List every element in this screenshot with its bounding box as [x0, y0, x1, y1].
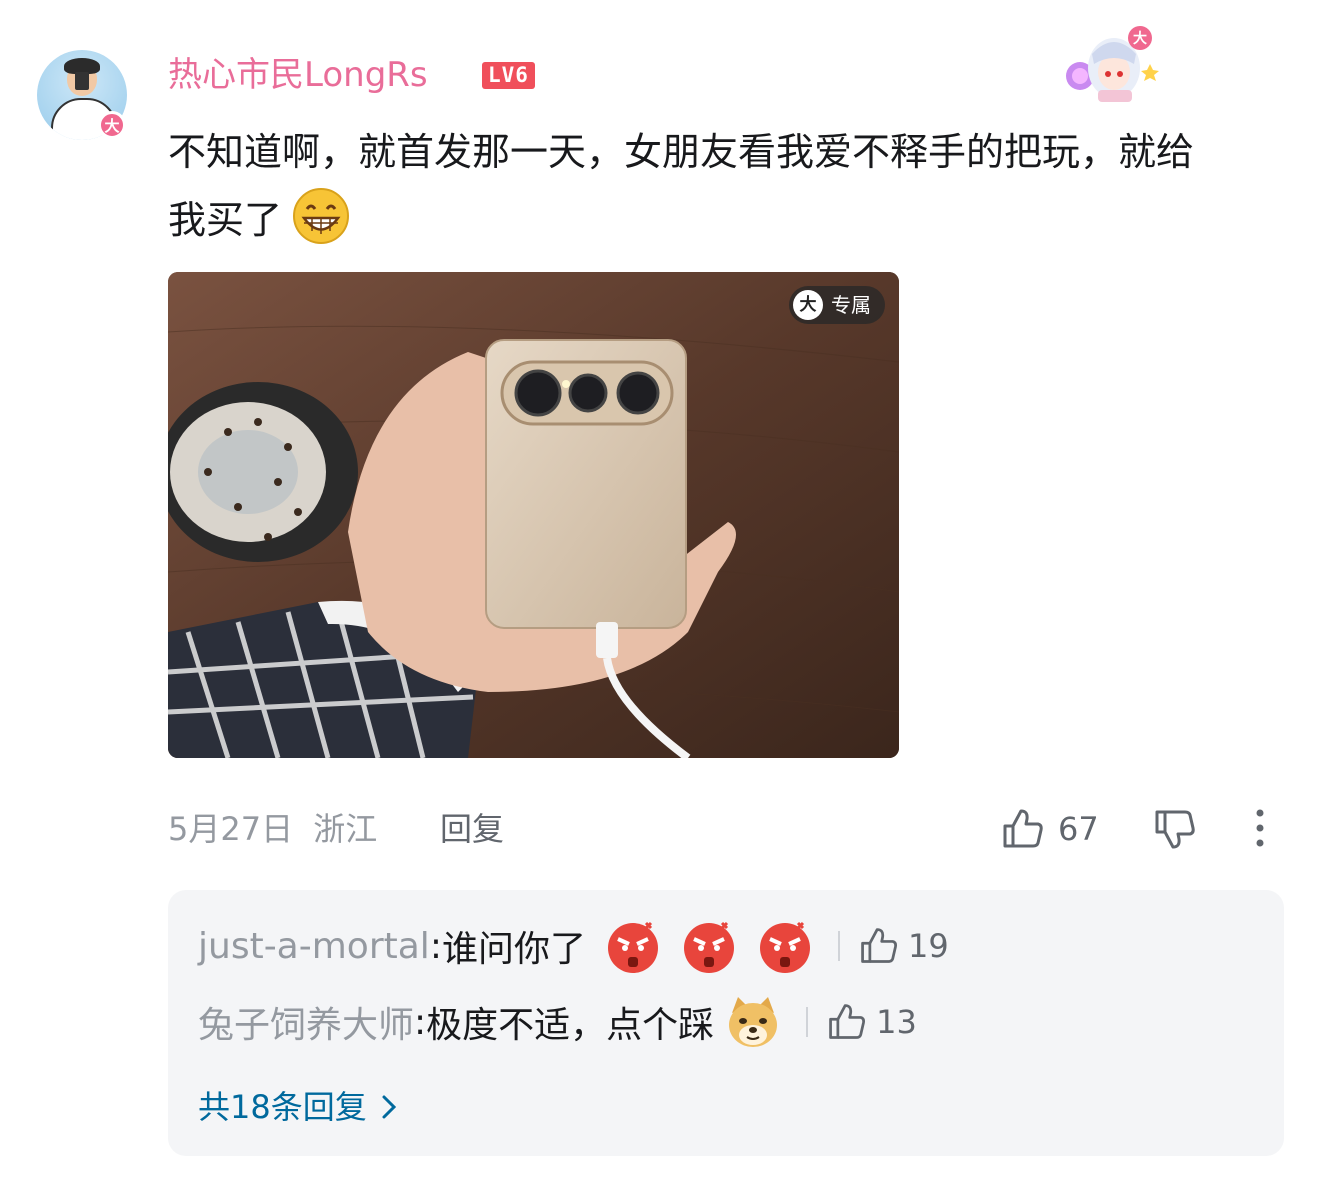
like-count: 67: [1058, 810, 1099, 848]
reply-item[interactable]: 兔子饲养大师: 极度不适，点个踩 13: [198, 990, 917, 1054]
reply-item[interactable]: just-a-mortal: 谁问你了 19: [198, 914, 949, 978]
reply-username[interactable]: just-a-mortal: [198, 926, 430, 967]
angry-face-icon: [759, 921, 810, 973]
thumbs-up-icon[interactable]: [826, 1001, 868, 1043]
avatar-phone-shape: [75, 72, 89, 90]
comment-location: 浙江: [313, 810, 378, 848]
exclusive-tag-label: 专属: [831, 293, 871, 317]
reply-like-count: 13: [876, 1003, 917, 1041]
decoration-pendant-icon: 大: [1066, 26, 1159, 102]
level-badge: LV6: [482, 62, 535, 89]
reply-colon: :: [414, 1001, 427, 1043]
more-replies-label: 共18条回复: [198, 1088, 367, 1126]
exclusive-tag-icon: 大: [793, 290, 823, 320]
more-options-icon[interactable]: [1246, 806, 1274, 852]
reply-text: 谁问你了: [441, 929, 586, 970]
doge-icon: [729, 997, 778, 1047]
svg-text:大: 大: [1133, 30, 1147, 47]
view-more-replies-link[interactable]: 共18条回复: [198, 1084, 399, 1130]
reply-button[interactable]: 回复: [440, 806, 504, 852]
angry-face-icon: [607, 921, 658, 973]
thumbs-up-icon[interactable]: [858, 925, 900, 967]
divider: [806, 1007, 809, 1037]
comment-date: 5月27日: [168, 810, 294, 848]
comment-image[interactable]: 大 专属: [168, 272, 899, 758]
exclusive-tag: 大 专属: [789, 286, 885, 324]
angry-face-icon: [683, 921, 734, 973]
thumbs-up-icon[interactable]: [1000, 806, 1046, 852]
thumbs-down-icon[interactable]: [1152, 806, 1198, 852]
vip-badge: 大: [98, 111, 126, 139]
reply-colon: :: [429, 925, 442, 967]
reply-username[interactable]: 兔子饲养大师: [198, 996, 414, 1048]
chevron-right-icon: [382, 1095, 396, 1119]
comment-username[interactable]: 热心市民LongRs: [168, 52, 428, 98]
grinning-face-emoji-icon: [293, 188, 350, 244]
comment-meta: 5月27日 浙江: [168, 806, 377, 852]
phone-photo-illustration: [168, 272, 899, 758]
reply-like-count: 19: [907, 927, 949, 965]
comment-text: 不知道啊，就首发那一天，女朋友看我爱不释手的把玩，就给我买了: [168, 118, 1228, 254]
replies-panel: just-a-mortal: 谁问你了 19 兔子饲养大师: 极度不适，点个踩…: [168, 890, 1284, 1156]
divider: [837, 931, 840, 961]
reply-text: 极度不适，点个踩: [426, 1005, 715, 1046]
